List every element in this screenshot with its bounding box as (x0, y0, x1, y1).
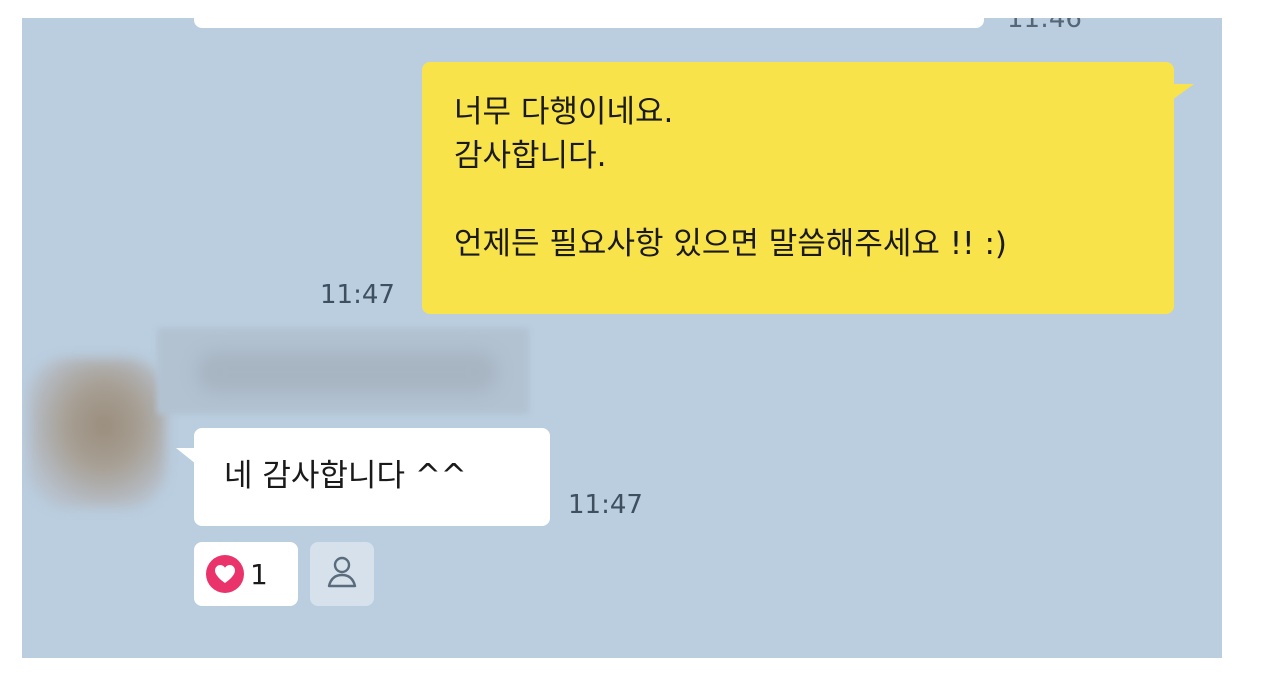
their-message-bubble[interactable]: 네 감사합니다 ^^ (176, 428, 550, 526)
my-message-text: 너무 다행이네요. 감사합니다. 언제든 필요사항 있으면 말씀해주세요 !! … (454, 94, 1007, 262)
avatar[interactable] (28, 358, 166, 508)
my-bubble-tail (1172, 84, 1194, 100)
my-message-time: 11:47 (320, 280, 395, 310)
sender-name (157, 328, 529, 414)
my-message-bubble[interactable]: 너무 다행이네요. 감사합니다. 언제든 필요사항 있으면 말씀해주세요 !! … (422, 62, 1194, 314)
reaction-users-button[interactable] (310, 542, 374, 606)
like-reaction-button[interactable]: 1 (194, 542, 298, 606)
chat-area: 11:46 11:47 너무 다행이네요. 감사합니다. 언제든 필요사항 있으… (22, 18, 1222, 658)
like-count: 1 (250, 557, 268, 591)
heart-icon (206, 555, 244, 593)
their-message-time: 11:47 (568, 490, 643, 520)
sender-name-blur (197, 352, 497, 392)
previous-message-bubble[interactable] (194, 18, 984, 28)
their-bubble-tail (176, 448, 196, 464)
previous-message-time: 11:46 (1007, 18, 1082, 34)
their-message-text: 네 감사합니다 ^^ (224, 458, 467, 494)
person-icon (325, 554, 359, 594)
